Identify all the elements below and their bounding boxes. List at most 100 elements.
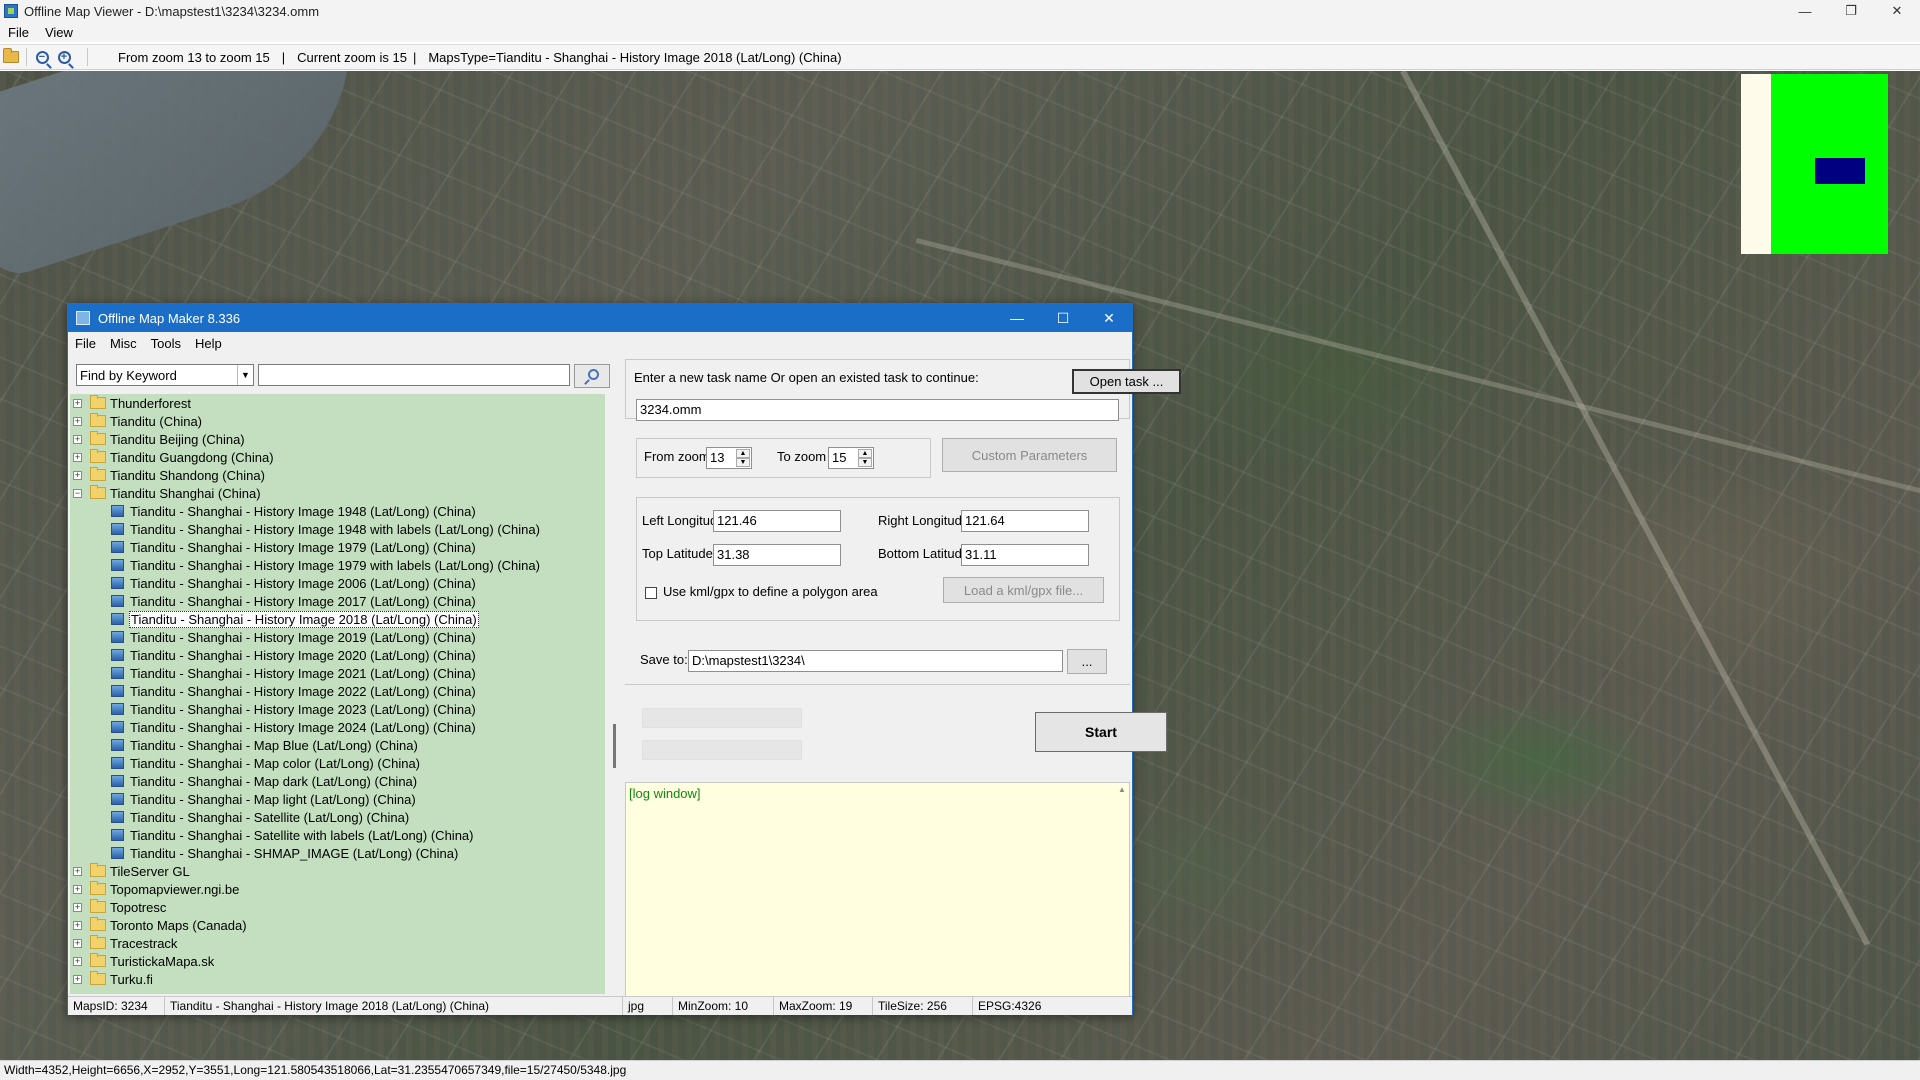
menu-view[interactable]: View xyxy=(37,25,81,40)
tree-map-item[interactable]: Tianditu - Shanghai - History Image 1948… xyxy=(70,502,605,520)
tree-folder-row[interactable]: + Tianditu Beijing (China) xyxy=(70,430,605,448)
maximize-button[interactable]: ❐ xyxy=(1828,0,1874,22)
tree-map-item[interactable]: Tianditu - Shanghai - Satellite (Lat/Lon… xyxy=(70,808,605,826)
tree-map-item[interactable]: Tianditu - Shanghai - History Image 2019… xyxy=(70,628,605,646)
tree-folder-row[interactable]: + Topomapviewer.ngi.be xyxy=(70,880,605,898)
dialog-menu-tools[interactable]: Tools xyxy=(144,336,188,351)
tree-map-item[interactable]: Tianditu - Shanghai - History Image 2024… xyxy=(70,718,605,736)
expand-icon[interactable]: + xyxy=(73,470,82,480)
collapse-icon[interactable]: − xyxy=(73,488,82,498)
menu-file[interactable]: File xyxy=(0,25,37,40)
tree-folder-label: Tianditu Guangdong (China) xyxy=(110,449,274,465)
tree-map-label: Tianditu - Shanghai - History Image 2018… xyxy=(129,610,479,628)
stepper-up-icon[interactable]: ▲ xyxy=(858,449,872,458)
right-longitude-input[interactable]: 121.64 xyxy=(961,510,1089,532)
tree-map-item[interactable]: Tianditu - Shanghai - Map color (Lat/Lon… xyxy=(70,754,605,772)
expand-icon[interactable]: + xyxy=(73,938,82,948)
tree-map-item[interactable]: Tianditu - Shanghai - History Image 1979… xyxy=(70,556,605,574)
map-layer-icon xyxy=(111,739,124,751)
minimap-viewport[interactable] xyxy=(1815,158,1865,184)
expand-icon[interactable]: + xyxy=(73,884,82,894)
tree-folder-row[interactable]: + Tracestrack xyxy=(70,934,605,952)
tree-map-item[interactable]: Tianditu - Shanghai - History Image 1948… xyxy=(70,520,605,538)
tree-folder-row[interactable]: + Tianditu (China) xyxy=(70,412,605,430)
folder-icon xyxy=(90,881,106,895)
bottom-latitude-input[interactable]: 31.11 xyxy=(961,544,1089,566)
open-task-button[interactable]: Open task ... xyxy=(1072,369,1181,394)
kml-polygon-checkbox[interactable] xyxy=(645,587,657,599)
stepper-up-icon[interactable]: ▲ xyxy=(736,449,750,458)
expand-icon[interactable]: + xyxy=(73,974,82,984)
tree-map-item[interactable]: Tianditu - Shanghai - History Image 2017… xyxy=(70,592,605,610)
task-name-input[interactable]: 3234.omm xyxy=(636,399,1119,421)
browse-button[interactable]: ... xyxy=(1067,649,1107,674)
map-layer-icon xyxy=(111,577,124,589)
log-scrollbar[interactable]: ▲ ▼ xyxy=(1115,783,1129,1007)
chevron-down-icon[interactable]: ▼ xyxy=(237,365,253,385)
tree-scrollbar[interactable] xyxy=(613,724,616,768)
custom-parameters-button[interactable]: Custom Parameters xyxy=(942,438,1117,472)
dialog-maximize-button[interactable]: ☐ xyxy=(1040,304,1086,332)
expand-icon[interactable]: + xyxy=(73,434,82,444)
tree-map-item[interactable]: Tianditu - Shanghai - Satellite with lab… xyxy=(70,826,605,844)
find-mode-select[interactable]: Find by Keyword ▼ xyxy=(76,364,254,386)
tree-map-item[interactable]: Tianditu - Shanghai - History Image 2020… xyxy=(70,646,605,664)
start-button[interactable]: Start xyxy=(1035,712,1167,752)
tree-map-item[interactable]: Tianditu - Shanghai - History Image 2006… xyxy=(70,574,605,592)
to-zoom-stepper[interactable]: 15 ▲ ▼ xyxy=(828,447,874,469)
zoom-range-text: From zoom 13 to zoom 15 xyxy=(118,49,270,65)
expand-icon[interactable]: + xyxy=(73,920,82,930)
tree-folder-row[interactable]: + Turku.fi xyxy=(70,970,605,988)
tree-folder-row[interactable]: + Tianditu Guangdong (China) xyxy=(70,448,605,466)
expand-icon[interactable]: + xyxy=(73,452,82,462)
dialog-minimize-button[interactable]: — xyxy=(994,304,1040,332)
tree-map-item[interactable]: Tianditu - Shanghai - History Image 2022… xyxy=(70,682,605,700)
close-button[interactable]: ✕ xyxy=(1874,0,1920,22)
tree-folder-row[interactable]: + Tianditu Shandong (China) xyxy=(70,466,605,484)
tree-folder-row[interactable]: + TuristickaMapa.sk xyxy=(70,952,605,970)
expand-icon[interactable]: + xyxy=(73,416,82,426)
from-zoom-stepper[interactable]: 13 ▲ ▼ xyxy=(706,447,752,469)
dialog-close-button[interactable]: ✕ xyxy=(1086,304,1132,332)
tree-folder-label: Tracestrack xyxy=(110,935,178,951)
tree-map-item[interactable]: Tianditu - Shanghai - History Image 2023… xyxy=(70,700,605,718)
dialog-menu-file[interactable]: File xyxy=(68,336,103,351)
dialog-menu-help[interactable]: Help xyxy=(188,336,229,351)
tree-folder-row[interactable]: + TileServer GL xyxy=(70,862,605,880)
overview-minimap[interactable] xyxy=(1741,74,1888,254)
top-latitude-input[interactable]: 31.38 xyxy=(713,544,841,566)
minimize-button[interactable]: — xyxy=(1782,0,1828,22)
map-source-tree[interactable]: + Thunderforest + Tianditu (China) + Tianditu… xyxy=(70,394,605,994)
tree-map-item[interactable]: Tianditu - Shanghai - History Image 1979… xyxy=(70,538,605,556)
log-window[interactable]: [log window] ▲ ▼ xyxy=(625,782,1130,1008)
search-button[interactable] xyxy=(574,364,610,388)
load-kml-button[interactable]: Load a kml/gpx file... xyxy=(943,577,1104,603)
tree-folder-row[interactable]: + Toronto Maps (Canada) xyxy=(70,916,605,934)
tree-folder-row[interactable]: + Thunderforest xyxy=(70,394,605,412)
tree-folder-row[interactable]: + Topotresc xyxy=(70,898,605,916)
keyword-search-input[interactable] xyxy=(258,364,570,386)
tree-folder-row[interactable]: − Tianditu Shanghai (China) xyxy=(70,484,605,502)
tree-map-label: Tianditu - Shanghai - History Image 2023… xyxy=(130,701,476,717)
dialog-menu-misc[interactable]: Misc xyxy=(103,336,144,351)
expand-icon[interactable]: + xyxy=(73,956,82,966)
zoom-in-icon[interactable]: + xyxy=(53,46,75,68)
tree-map-item[interactable]: Tianditu - Shanghai - History Image 2021… xyxy=(70,664,605,682)
expand-icon[interactable]: + xyxy=(73,866,82,876)
tree-map-item[interactable]: Tianditu - Shanghai - Map dark (Lat/Long… xyxy=(70,772,605,790)
stepper-down-icon[interactable]: ▼ xyxy=(736,458,750,467)
tree-map-item[interactable]: Tianditu - Shanghai - Map light (Lat/Lon… xyxy=(70,790,605,808)
save-path-input[interactable]: D:\mapstest1\3234\ xyxy=(688,650,1063,672)
left-longitude-input[interactable]: 121.46 xyxy=(713,510,841,532)
open-folder-icon[interactable] xyxy=(0,46,22,68)
expand-icon[interactable]: + xyxy=(73,398,82,408)
stepper-down-icon[interactable]: ▼ xyxy=(858,458,872,467)
zoom-out-icon[interactable]: − xyxy=(31,46,53,68)
river-area xyxy=(0,71,398,282)
tree-map-item[interactable]: Tianditu - Shanghai - Map Blue (Lat/Long… xyxy=(70,736,605,754)
tree-map-item[interactable]: Tianditu - Shanghai - SHMAP_IMAGE (Lat/L… xyxy=(70,844,605,862)
expand-icon[interactable]: + xyxy=(73,902,82,912)
tree-map-item[interactable]: Tianditu - Shanghai - History Image 2018… xyxy=(70,610,605,628)
scroll-up-icon[interactable]: ▲ xyxy=(1115,785,1129,794)
min-zoom-status: MinZoom: 10 xyxy=(673,997,774,1015)
